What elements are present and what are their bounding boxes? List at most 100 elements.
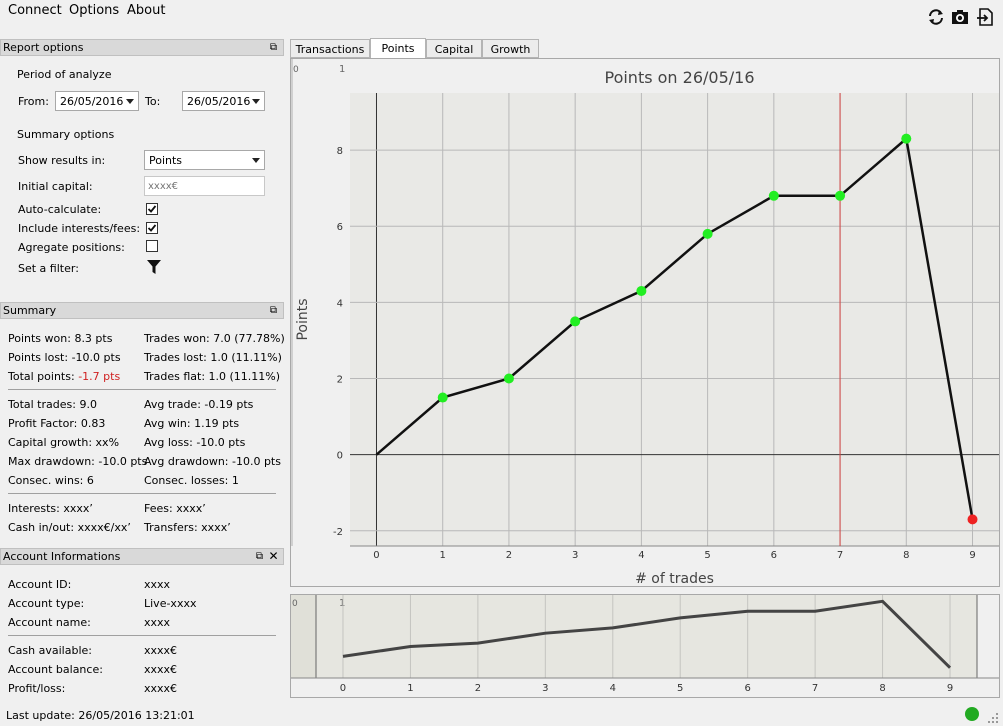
resize-grip-icon[interactable] <box>987 712 999 724</box>
tab-transactions[interactable]: Transactions <box>290 39 370 58</box>
connection-status-icon <box>965 707 979 721</box>
close-icon[interactable]: ✕ <box>268 550 279 562</box>
consec-losses: Consec. losses: 1 <box>144 474 239 487</box>
profit-loss-value: xxxx€ <box>144 682 178 695</box>
cash-in-out: Cash in/out: xxxx€/xx’ <box>8 521 131 534</box>
avg-drawdown: Avg drawdown: -10.0 pts <box>144 455 281 468</box>
data-point <box>901 133 912 144</box>
data-point <box>835 190 846 201</box>
cash-available-label: Cash available: <box>8 644 92 657</box>
chevron-down-icon <box>252 99 260 104</box>
from-label: From: <box>18 95 49 108</box>
navigator-x-tick-label: 0 <box>340 683 346 694</box>
chevron-down-icon <box>126 99 134 104</box>
filter-icon[interactable] <box>147 260 161 275</box>
tab-points[interactable]: Points <box>370 38 426 58</box>
total-points-label: Total points: <box>8 370 79 383</box>
corner-label: 0 <box>292 599 298 609</box>
x-tick-label: 5 <box>704 550 710 561</box>
y-tick-label: 6 <box>337 222 343 233</box>
avg-loss: Avg loss: -10.0 pts <box>144 436 246 449</box>
data-point <box>702 228 713 239</box>
show-results-value: Points <box>149 154 183 167</box>
include-interests-label: Include interests/fees: <box>18 222 141 235</box>
account-title: Account Informations <box>3 550 121 563</box>
initial-capital-label: Initial capital: <box>18 180 93 193</box>
data-point <box>636 285 647 296</box>
max-drawdown: Max drawdown: -10.0 pts <box>8 455 148 468</box>
corner-label: 0 <box>293 65 299 75</box>
menu-about[interactable]: About <box>127 3 165 18</box>
navigator-x-tick-label: 7 <box>812 683 818 694</box>
navigator-x-tick-label: 1 <box>407 683 413 694</box>
total-trades: Total trades: 9.0 <box>8 398 97 411</box>
to-label: To: <box>145 95 161 108</box>
data-point <box>503 373 514 384</box>
chart-navigator[interactable]: 0 1 0 1 2 3 4 5 6 7 8 9 <box>291 595 999 697</box>
account-id-value: xxxx <box>144 578 171 591</box>
summary-titlebar: Summary ⧉ <box>0 302 284 319</box>
points-won: Points won: 8.3 pts <box>8 332 113 345</box>
account-type-value: Live-xxxx <box>144 597 197 610</box>
chart-title: Points on 26/05/16 <box>604 68 754 87</box>
tab-label: Transactions <box>295 43 365 56</box>
aggregate-label: Agregate positions: <box>18 241 125 254</box>
total-points-value: -1.7 pts <box>78 370 121 383</box>
y-tick-label: 4 <box>337 298 343 309</box>
points-chart-panel: 0 1 0 1 2 3 4 5 6 7 8 9 -2 0 2 4 6 8 Points on 26/05/16 # o… <box>290 58 1000 587</box>
transfers: Transfers: xxxx’ <box>144 521 231 534</box>
filter-label: Set a filter: <box>18 262 79 275</box>
float-panel-icon[interactable]: ⧉ <box>268 305 279 316</box>
tab-growth[interactable]: Growth <box>482 39 539 58</box>
summary-title: Summary <box>3 304 57 317</box>
report-options-title: Report options <box>3 41 84 54</box>
capital-growth: Capital growth: xx% <box>8 436 120 449</box>
points-chart[interactable]: 0 1 0 1 2 3 4 5 6 7 8 9 -2 0 2 4 6 8 Points on 26/05/16 # o… <box>291 59 999 586</box>
account-type-label: Account type: <box>8 597 85 610</box>
account-id-label: Account ID: <box>8 578 72 591</box>
menu-options[interactable]: Options <box>69 3 119 18</box>
navigator-x-tick-label: 5 <box>677 683 683 694</box>
from-date-picker[interactable]: 26/05/2016 <box>55 91 139 111</box>
data-point <box>437 392 448 403</box>
refresh-icon[interactable] <box>927 8 945 26</box>
profit-loss-label: Profit/loss: <box>8 682 66 695</box>
checkmark-icon <box>147 224 157 232</box>
auto-calculate-checkbox[interactable] <box>146 203 158 215</box>
tab-label: Growth <box>490 43 531 56</box>
y-tick-label: -2 <box>333 527 343 538</box>
navigator-x-tick-label: 9 <box>947 683 953 694</box>
to-date-picker[interactable]: 26/05/2016 <box>182 91 265 111</box>
include-interests-checkbox[interactable] <box>146 222 158 234</box>
divider <box>8 389 276 390</box>
fees: Fees: xxxx’ <box>144 502 206 515</box>
corner-label: 1 <box>339 598 345 609</box>
initial-capital-input[interactable] <box>144 176 265 196</box>
checkmark-icon <box>147 205 157 213</box>
account-balance-value: xxxx€ <box>144 663 178 676</box>
trades-flat: Trades flat: 1.0 (11.11%) <box>144 370 281 383</box>
chart-navigator-panel: 0 1 0 1 2 3 4 5 6 7 8 9 <box>290 594 1000 698</box>
camera-icon[interactable] <box>951 8 969 26</box>
menu-connect[interactable]: Connect <box>8 3 62 18</box>
y-axis-label: Points <box>295 298 311 340</box>
x-tick-label: 2 <box>506 550 512 561</box>
export-icon[interactable] <box>976 8 994 26</box>
avg-trade: Avg trade: -0.19 pts <box>144 398 254 411</box>
show-results-select[interactable]: Points <box>144 150 265 170</box>
interests: Interests: xxxx’ <box>8 502 93 515</box>
trades-lost: Trades lost: 1.0 (11.11%) <box>144 351 282 364</box>
navigator-x-tick-label: 6 <box>744 683 750 694</box>
x-tick-label: 4 <box>638 550 644 561</box>
divider <box>8 493 276 494</box>
menu-bar: Connect Options About <box>0 0 1003 22</box>
y-tick-label: 2 <box>337 375 343 386</box>
x-tick-label: 0 <box>373 550 379 561</box>
float-panel-icon[interactable]: ⧉ <box>268 42 279 53</box>
float-panel-icon[interactable]: ⧉ <box>254 551 265 562</box>
aggregate-checkbox[interactable] <box>146 240 158 252</box>
tab-capital[interactable]: Capital <box>426 39 482 58</box>
navigator-x-tick-label: 2 <box>475 683 481 694</box>
account-name-value: xxxx <box>144 616 171 629</box>
chevron-down-icon <box>252 158 260 163</box>
